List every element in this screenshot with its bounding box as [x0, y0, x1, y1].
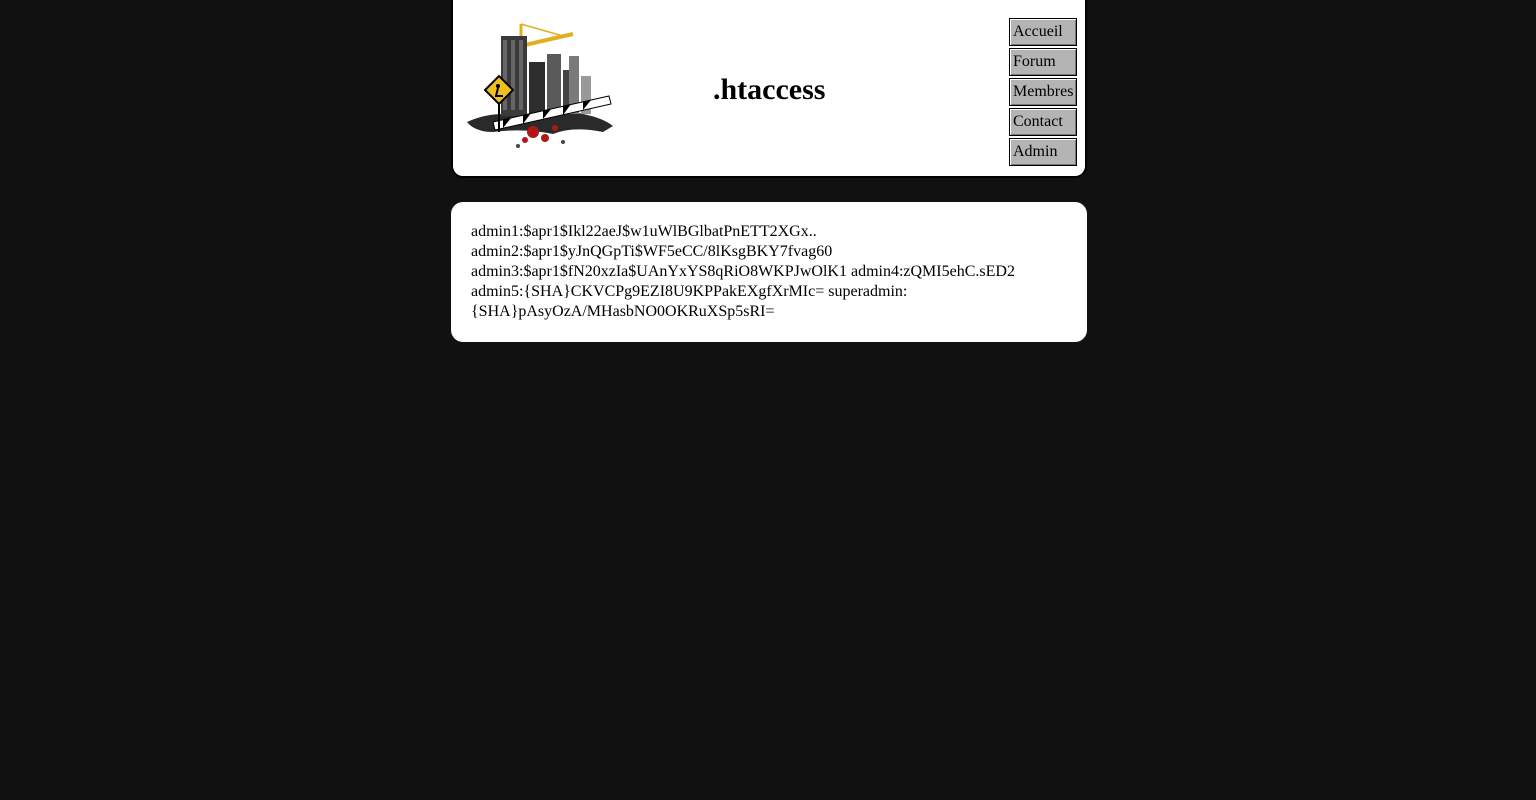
- nav-item-admin[interactable]: Admin: [1009, 138, 1077, 166]
- content-line: admin5:{SHA}CKVCPg9EZI8U9KPPakEXgfXrMIc=…: [471, 283, 908, 300]
- content-panel: admin1:$apr1$Ikl22aeJ$w1uWlBGlbatPnETT2X…: [451, 202, 1087, 342]
- nav-item-accueil[interactable]: Accueil: [1009, 18, 1077, 46]
- page-title: .htaccess: [713, 73, 826, 106]
- content-line: {SHA}pAsyOzA/MHasbNO0OKRuXSp5sRI=: [471, 303, 775, 320]
- site-header: .htaccess Accueil Forum Membres Contact …: [451, 0, 1087, 178]
- content-line: admin1:$apr1$Ikl22aeJ$w1uWlBGlbatPnETT2X…: [471, 223, 817, 240]
- nav-item-membres[interactable]: Membres: [1009, 78, 1077, 106]
- main-nav: Accueil Forum Membres Contact Admin: [1009, 18, 1077, 168]
- nav-item-forum[interactable]: Forum: [1009, 48, 1077, 76]
- content-line: admin3:$apr1$fN20xzIa$UAnYxYS8qRiO8WKPJw…: [471, 263, 1015, 280]
- nav-item-contact[interactable]: Contact: [1009, 108, 1077, 136]
- content-line: admin2:$apr1$yJnQGpTi$WF5eCC/8lKsgBKY7fv…: [471, 243, 833, 260]
- construction-city-logo: [467, 23, 613, 148]
- htaccess-contents: admin1:$apr1$Ikl22aeJ$w1uWlBGlbatPnETT2X…: [471, 222, 1067, 322]
